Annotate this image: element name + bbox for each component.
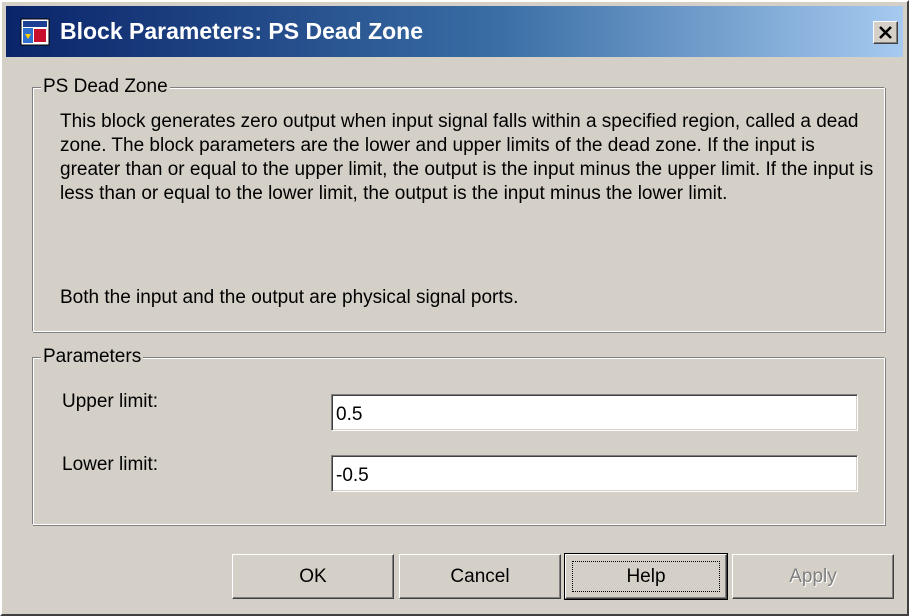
upper-limit-label: Upper limit: [62,391,159,412]
block-ports-note: Both the input and the output are physic… [60,287,519,308]
parameters-group: Parameters Upper limit: Lower limit: [32,346,885,525]
upper-limit-input[interactable] [331,394,858,431]
description-group: PS Dead Zone This block generates zero o… [32,76,885,332]
description-group-label: PS Dead Zone [41,76,170,98]
apply-button[interactable]: Apply [732,554,894,599]
title-bar[interactable]: Block Parameters: PS Dead Zone [6,6,903,57]
help-button[interactable]: Help [565,554,727,599]
ok-button[interactable]: OK [232,554,394,599]
lower-limit-label: Lower limit: [62,454,159,475]
window-title: Block Parameters: PS Dead Zone [60,18,424,44]
help-button-label: Help [572,561,720,592]
close-icon [879,26,892,39]
dialog-window: Block Parameters: PS Dead Zone PS Dead Z… [0,0,909,616]
cancel-button[interactable]: Cancel [399,554,561,599]
simulink-block-icon [20,18,50,46]
lower-limit-input[interactable] [331,455,858,492]
block-description: This block generates zero output when in… [60,111,874,204]
parameters-group-label: Parameters [41,346,144,368]
close-button[interactable] [873,21,898,44]
